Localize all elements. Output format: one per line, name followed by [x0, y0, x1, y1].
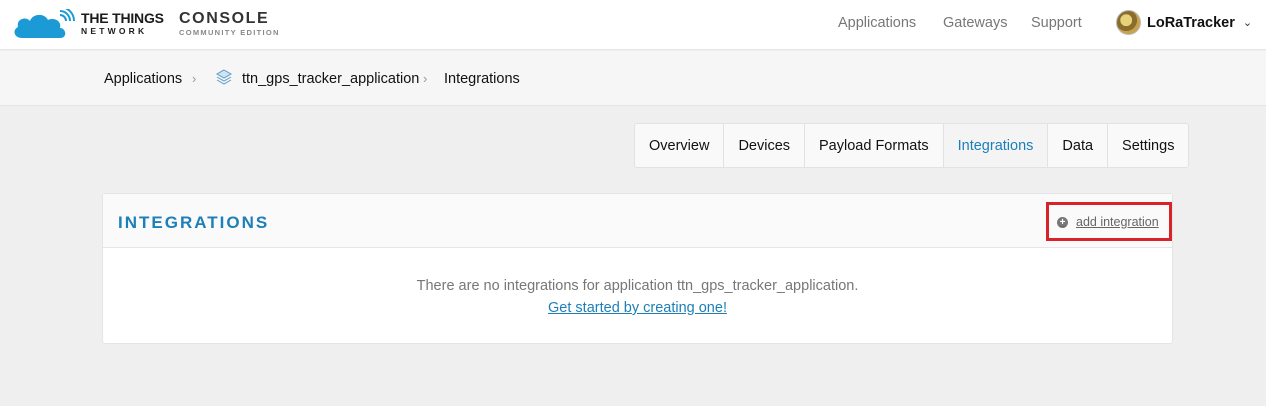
username: LoRaTracker [1147, 14, 1235, 31]
panel-header: INTEGRATIONS + add integration [103, 194, 1172, 248]
get-started-link[interactable]: Get started by creating one! [548, 300, 727, 316]
panel-title: INTEGRATIONS [118, 213, 270, 232]
breadcrumb-applications[interactable]: Applications [104, 71, 182, 87]
tab-data[interactable]: Data [1048, 124, 1109, 167]
breadcrumb-separator: › [423, 71, 428, 86]
breadcrumb-current: Integrations [444, 71, 520, 87]
nav-gateways[interactable]: Gateways [943, 15, 1007, 31]
plus-circle-icon: + [1057, 216, 1068, 228]
brand-name[interactable]: THE THINGS NETWORK [81, 11, 164, 36]
tab-settings[interactable]: Settings [1108, 124, 1188, 167]
application-tabs: Overview Devices Payload Formats Integra… [634, 123, 1190, 168]
brand-subtitle: NETWORK [81, 26, 148, 36]
nav-support[interactable]: Support [1031, 15, 1082, 31]
avatar [1116, 10, 1141, 35]
tab-overview[interactable]: Overview [635, 124, 725, 167]
chevron-down-icon: ⌄ [1242, 17, 1253, 29]
tab-devices[interactable]: Devices [724, 124, 806, 167]
add-integration-button[interactable]: + add integration [1057, 215, 1159, 229]
tab-integrations[interactable]: Integrations [943, 124, 1049, 167]
layers-icon [215, 68, 233, 91]
console-subtitle: COMMUNITY EDITION [179, 28, 280, 37]
add-integration-label: add integration [1076, 215, 1159, 229]
console-label: CONSOLE COMMUNITY EDITION [179, 11, 280, 37]
empty-state-message: There are no integrations for applicatio… [416, 278, 859, 294]
tab-payload-formats[interactable]: Payload Formats [805, 124, 944, 167]
brand-title: THE THINGS [81, 10, 164, 26]
user-menu[interactable]: LoRaTracker ⌄ [1116, 10, 1252, 35]
console-title: CONSOLE [179, 10, 270, 27]
empty-state-link-row: Get started by creating one! [103, 300, 1172, 316]
top-bar: THE THINGS NETWORK CONSOLE COMMUNITY EDI… [0, 0, 1266, 50]
breadcrumb-application[interactable]: ttn_gps_tracker_application [242, 71, 419, 87]
integrations-panel: INTEGRATIONS + add integration There are… [102, 193, 1173, 344]
ttn-logo-icon[interactable] [12, 7, 76, 41]
breadcrumb: Applications › ttn_gps_tracker_applicati… [0, 51, 1266, 106]
nav-applications[interactable]: Applications [838, 15, 916, 31]
breadcrumb-separator: › [192, 71, 197, 86]
